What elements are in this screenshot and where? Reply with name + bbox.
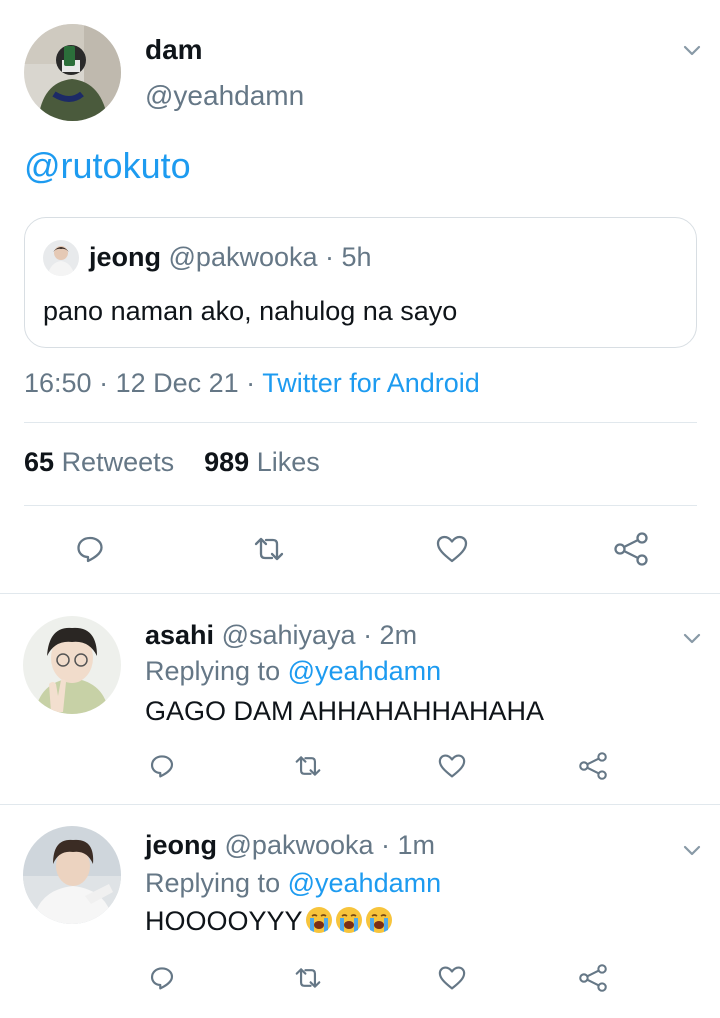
retweets-count: 65 [24,447,55,477]
heart-icon [435,534,469,564]
comment-icon [75,534,105,564]
replying-to-handle[interactable]: @yeahdamn [288,868,442,898]
reply-author-name[interactable]: asahi [145,620,214,650]
divider [24,505,697,506]
likes-label: Likes [256,447,320,477]
tweet-date: · 12 Dec 21 · [99,368,256,398]
quoted-tweet-header: jeong @pakwooka · 5h [89,242,372,273]
divider [0,593,720,594]
retweet-button[interactable] [290,958,326,998]
replying-to: Replying to @yeahdamn [145,656,441,687]
share-icon [612,532,650,566]
retweet-button[interactable] [247,527,291,571]
divider [24,422,697,423]
replying-to: Replying to @yeahdamn [145,868,441,899]
quoted-tweet-text: pano naman ako, nahulog na sayo [43,296,458,326]
tweet-source-link[interactable]: Twitter for Android [262,368,480,398]
like-button[interactable] [430,527,474,571]
replying-to-label: Replying to [145,656,281,686]
tweet-meta: 16:50 · 12 Dec 21 · Twitter for Android [24,368,480,399]
retweet-button[interactable] [290,746,326,786]
reply-tweet[interactable]: asahi @sahiyaya · 2m Replying to @yeahda… [0,596,720,806]
comment-icon [149,753,175,779]
main-tweet: dam @yeahdamn @rutokuto jeong @pakwooka … [0,0,720,596]
heart-icon [437,753,467,779]
retweets-label: Retweets [61,447,175,477]
reply-author-avatar[interactable] [23,616,121,714]
share-button[interactable] [609,527,653,571]
share-button[interactable] [575,746,611,786]
tweet-time: 16:50 [24,368,92,398]
loudly-crying-face-icon [333,906,363,936]
author-handle[interactable]: @yeahdamn [145,80,304,112]
reply-text: GAGO DAM AHHAHAHHAHAHA [145,696,545,726]
divider [0,804,720,805]
likes-stat[interactable]: 989 Likes [204,447,320,477]
quoted-author-handle: @pakwooka [168,242,318,272]
reply-actions [0,958,720,998]
quoted-author-name: jeong [89,242,161,272]
reply-time-ago: · 1m [381,830,436,860]
reply-button[interactable] [146,746,178,786]
reply-header: asahi @sahiyaya · 2m [145,620,417,651]
reply-author-handle[interactable]: @pakwooka [225,830,374,860]
retweet-icon [293,753,323,779]
reply-button[interactable] [70,527,110,571]
loudly-crying-face-icon [363,906,393,936]
reply-author-avatar[interactable] [23,826,121,924]
chevron-down-icon[interactable] [680,626,704,650]
author-name[interactable]: dam [145,34,203,66]
reply-time-ago: · 2m [363,620,418,650]
quoted-time-ago: · 5h [325,242,372,272]
reply-text-line: HOOOOYYY [145,906,393,937]
quoted-tweet[interactable]: jeong @pakwooka · 5h pano naman ako, nah… [24,217,697,348]
tweet-stats: 65 Retweets 989 Likes [24,447,320,478]
likes-count: 989 [204,447,250,477]
reply-author-handle[interactable]: @sahiyaya [222,620,356,650]
reply-actions [0,746,720,786]
replying-to-label: Replying to [145,868,281,898]
share-button[interactable] [575,958,611,998]
quoted-author-avatar [43,240,79,276]
main-tweet-actions [0,527,720,571]
reply-author-name[interactable]: jeong [145,830,217,860]
retweets-stat[interactable]: 65 Retweets [24,447,174,477]
retweet-icon [252,534,286,564]
reply-header: jeong @pakwooka · 1m [145,830,435,861]
like-button[interactable] [434,746,470,786]
retweet-icon [293,965,323,991]
like-button[interactable] [434,958,470,998]
reply-text: HOOOOYYY [145,906,303,936]
tweet-text-mention[interactable]: @rutokuto [24,145,191,187]
reply-button[interactable] [146,958,178,998]
chevron-down-icon[interactable] [680,838,704,862]
author-avatar[interactable] [24,24,121,121]
share-icon [577,752,609,780]
chevron-down-icon[interactable] [680,38,704,62]
loudly-crying-face-icon [303,906,333,936]
share-icon [577,964,609,992]
reply-tweet[interactable]: jeong @pakwooka · 1m Replying to @yeahda… [0,806,720,1018]
replying-to-handle[interactable]: @yeahdamn [288,656,442,686]
heart-icon [437,965,467,991]
comment-icon [149,965,175,991]
